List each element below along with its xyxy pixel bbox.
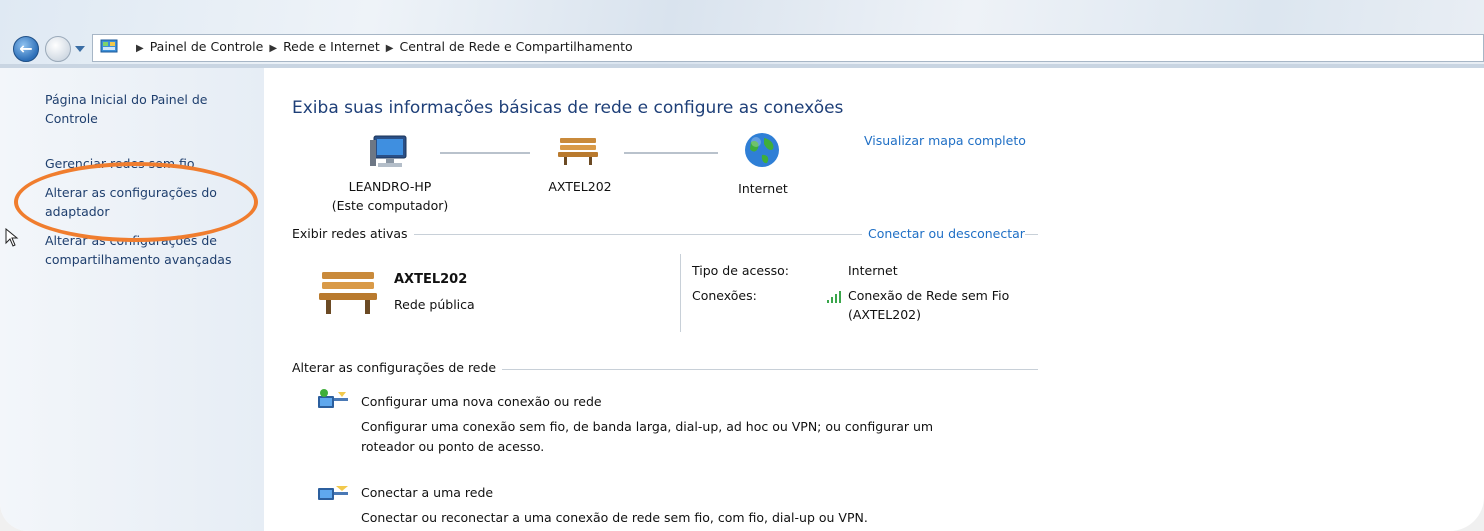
active-network-name: AXTEL202 [394, 272, 468, 287]
active-networks-heading: Exibir redes ativas [292, 226, 414, 241]
breadcrumb-item-rede-internet[interactable]: Rede e Internet [283, 39, 380, 54]
connect-network-icon [318, 486, 348, 500]
bench-icon[interactable] [556, 132, 600, 166]
chevron-right-icon[interactable]: ▶ [386, 43, 394, 54]
computer-name: LEANDRO-HP [348, 179, 432, 194]
sidebar: Página Inicial do Painel de Controle Ger… [0, 68, 264, 531]
change-settings-heading: Alterar as configurações de rede [292, 360, 503, 375]
task-connect-network-link[interactable]: Conectar a uma rede [361, 485, 493, 500]
globe-icon[interactable] [742, 130, 782, 170]
breadcrumb-item-painel[interactable]: Painel de Controle [150, 39, 264, 54]
task-new-connection-desc: Configurar uma conexão sem fio, de banda… [361, 417, 1041, 457]
sidebar-item-home[interactable]: Página Inicial do Painel de Controle [45, 90, 220, 128]
chevron-right-icon[interactable]: ▶ [269, 43, 277, 54]
task-new-connection-link[interactable]: Configurar uma nova conexão ou rede [361, 394, 602, 409]
recent-pages-dropdown-icon[interactable] [75, 46, 85, 52]
wireless-signal-icon [827, 291, 841, 303]
connect-disconnect-link[interactable]: Conectar ou desconectar [862, 226, 1025, 241]
new-connection-icon [318, 389, 348, 408]
control-panel-icon [100, 39, 118, 53]
wireless-connection-ssid-link[interactable]: (AXTEL202) [848, 307, 921, 322]
network-type-link[interactable]: Rede pública [394, 297, 475, 312]
window: ← ▶ Painel de Controle ▶ Rede e Internet ▶ Ce… [0, 0, 1484, 531]
network-node-label: AXTEL202 [548, 179, 612, 194]
connection-line [440, 152, 530, 154]
task-desc-line: roteador ou ponto de acesso. [361, 439, 545, 454]
connection-line [624, 152, 718, 154]
task-connect-network-desc: Conectar ou reconectar a uma conexão de … [361, 510, 868, 525]
connections-label: Conexões: [692, 288, 757, 303]
computer-subtitle: (Este computador) [331, 198, 449, 213]
task-desc-line: Configurar uma conexão sem fio, de banda… [361, 419, 934, 434]
page-title: Exiba suas informações básicas de rede e… [292, 98, 844, 118]
access-type-value: Internet [848, 263, 898, 278]
wireless-connection-link[interactable]: Conexão de Rede sem Fio [848, 288, 1009, 303]
access-type-label: Tipo de acesso: [692, 263, 789, 278]
computer-icon[interactable] [368, 132, 412, 172]
full-map-link[interactable]: Visualizar mapa completo [864, 133, 1026, 148]
mouse-cursor-icon [5, 228, 19, 247]
back-button[interactable]: ← [13, 36, 39, 62]
chevron-right-icon: ▶ [136, 43, 144, 54]
forward-button[interactable] [45, 36, 71, 62]
internet-node-label: Internet [738, 181, 788, 196]
breadcrumb: ▶ Painel de Controle ▶ Rede e Internet ▶ Cent… [130, 39, 633, 54]
highlight-ellipse [14, 162, 258, 242]
bench-icon [319, 272, 377, 314]
vertical-divider [680, 254, 681, 332]
breadcrumb-item-central[interactable]: Central de Rede e Compartilhamento [399, 39, 632, 54]
